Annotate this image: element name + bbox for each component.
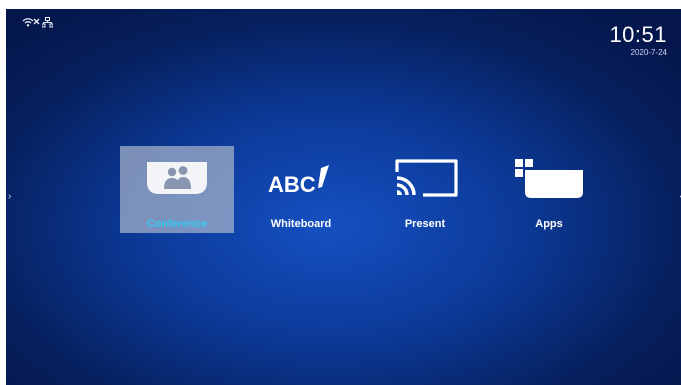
menu-item-present[interactable]: Present: [368, 146, 482, 233]
home-screen: 10:51 2020-7-24 › ‹ Conference ABC: [6, 9, 681, 385]
menu-label-conference: Conference: [146, 218, 208, 230]
menu-item-apps[interactable]: Apps: [492, 146, 606, 233]
apps-icon: [515, 159, 583, 198]
whiteboard-abc-icon: ABC: [268, 165, 329, 196]
clock-date: 2020-7-24: [630, 48, 667, 57]
menu-item-conference[interactable]: Conference: [120, 146, 234, 233]
clock-time: 10:51: [609, 22, 667, 47]
scroll-left-arrow[interactable]: ›: [8, 191, 11, 203]
menu-label-apps: Apps: [535, 218, 563, 230]
clock: 10:51 2020-7-24: [609, 23, 667, 59]
conference-icon: [147, 162, 207, 194]
menu-item-whiteboard[interactable]: ABC Whiteboard: [244, 146, 358, 233]
ethernet-icon: [42, 17, 53, 28]
cast-icon: [395, 159, 458, 197]
wifi-disconnected-icon: [22, 18, 40, 27]
menu-label-whiteboard: Whiteboard: [270, 218, 332, 230]
menu-label-present: Present: [404, 218, 446, 230]
status-bar: [22, 17, 53, 28]
main-menu: Conference ABC Whiteboard Present Apps: [120, 146, 616, 233]
svg-text:ABC: ABC: [268, 172, 316, 196]
